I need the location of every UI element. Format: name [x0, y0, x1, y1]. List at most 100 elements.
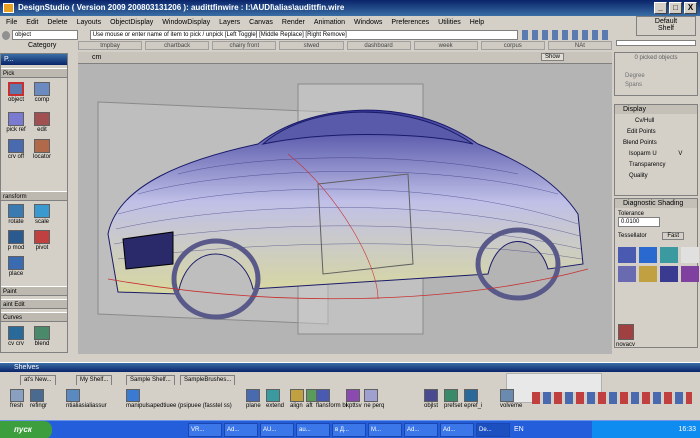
shelf-item-plane[interactable]: plane [246, 389, 261, 409]
isoparm-v-label[interactable]: V [678, 151, 682, 157]
shelf-item-ne-perq[interactable]: ne perq [364, 389, 384, 409]
tool-scale[interactable]: scale [31, 204, 53, 225]
maximize-button[interactable]: □ [669, 2, 682, 14]
tool-pivot[interactable]: pivot [31, 230, 53, 251]
taskbar-item-7[interactable]: Ad... [404, 423, 438, 437]
shelf-stwed[interactable]: stwed [279, 41, 344, 50]
diagnostic-title[interactable]: Diagnostic Shading [615, 199, 697, 208]
tool-pick-ref[interactable]: pick ref [5, 112, 27, 133]
isoparm-u-label[interactable]: Isoparm U [629, 151, 657, 157]
menu-delete[interactable]: Delete [47, 19, 67, 30]
pick-group-label[interactable]: Pick [1, 68, 67, 78]
shelf-nat[interactable]: NAt [547, 41, 612, 50]
shelf-dashboard[interactable]: dashboard [346, 41, 411, 50]
shelf-item-extend[interactable]: extend [266, 389, 284, 409]
language-indicator[interactable]: EN [514, 426, 524, 433]
shading-blue-icon[interactable] [639, 247, 657, 263]
tool-blend[interactable]: blend [31, 326, 53, 347]
taskbar-item-8[interactable]: Ad... [440, 423, 474, 437]
shelf-item-align[interactable]: align [290, 389, 304, 409]
taskbar-item-3[interactable]: AU... [260, 423, 294, 437]
shelf-tab-sample-brushes[interactable]: SampleBrushes... [180, 375, 236, 385]
tessellator-value[interactable]: Fast [662, 232, 685, 240]
tool-place[interactable]: place [5, 256, 27, 277]
paint-edit-group-label[interactable]: aint Edit [1, 299, 67, 309]
tool-edit[interactable]: edit [31, 112, 53, 133]
menu-canvas[interactable]: Canvas [249, 19, 273, 30]
tool-object[interactable]: object [5, 82, 27, 103]
taskbar-item-5[interactable]: в Д... [332, 423, 366, 437]
shelf-item-antialias[interactable]: ntialiasialiassur [66, 389, 107, 409]
shading-curvature-icon[interactable] [639, 266, 657, 282]
tool-comp[interactable]: comp [31, 82, 53, 103]
shelf-week[interactable]: week [413, 41, 478, 50]
shelf-item-refingr[interactable]: refingr [30, 389, 47, 409]
shelf-tab-my-shelf[interactable]: My Shelf... [76, 375, 113, 385]
transparency-toggle[interactable]: Transparency [629, 162, 697, 168]
quality-toggle[interactable]: Quality [629, 173, 697, 179]
shelf-item-kpttsv[interactable]: kpttsv [346, 389, 362, 409]
minimize-button[interactable]: _ [654, 2, 667, 14]
blend-points-toggle[interactable]: Blend Points [623, 140, 697, 146]
3d-viewport[interactable] [78, 64, 612, 354]
shelf-item-objlst[interactable]: objlst [424, 389, 438, 409]
paint-group-label[interactable]: Paint [1, 286, 67, 296]
start-button[interactable]: пуск [0, 421, 52, 438]
taskbar-item-2[interactable]: Ad... [224, 423, 258, 437]
shelf-slider[interactable] [616, 40, 696, 46]
menu-windows[interactable]: Windows [354, 19, 382, 30]
display-title[interactable]: Display [615, 105, 697, 114]
shelf-tab-whats-new[interactable]: at's New... [20, 375, 56, 385]
cvhull-toggle[interactable]: Cv/Hull [635, 118, 697, 124]
menu-animation[interactable]: Animation [314, 19, 345, 30]
menu-layers[interactable]: Layers [219, 19, 240, 30]
shelf-tab-sample-shelf[interactable]: Sample Shelf... [126, 375, 175, 385]
prompt-line[interactable]: Use mouse or enter name of item to pick … [89, 30, 519, 40]
taskbar-item-6[interactable]: M... [368, 423, 402, 437]
tool-locator[interactable]: locator [31, 139, 53, 160]
transform-group-label[interactable]: ransform [1, 191, 67, 201]
shelf-item-prefset[interactable]: prefset [444, 389, 462, 409]
shelf-chairy-front[interactable]: chairy front [212, 41, 277, 50]
tool-rotate[interactable]: rotate [5, 204, 27, 225]
menu-edit[interactable]: Edit [26, 19, 38, 30]
shelf-item-epref[interactable]: epref_i [464, 389, 482, 409]
close-button[interactable]: X [684, 2, 697, 14]
tool-p-mod[interactable]: p mod [5, 230, 27, 251]
curves-group-label[interactable]: Curves [1, 312, 67, 322]
menu-utilities[interactable]: Utilities [438, 19, 461, 30]
shelf-item-manip[interactable]: manipulsapedtiuee (psipuee (fasstel ss) [126, 389, 232, 409]
shading-zebra-icon[interactable] [618, 266, 636, 282]
taskbar-item-4[interactable]: au... [296, 423, 330, 437]
shading-blank-icon[interactable] [681, 247, 699, 263]
menu-layouts[interactable]: Layouts [77, 19, 102, 30]
menu-render[interactable]: Render [282, 19, 305, 30]
shading-dark-icon[interactable] [660, 266, 678, 282]
shading-multicolor-icon[interactable] [681, 266, 699, 282]
menu-objectdisplay[interactable]: ObjectDisplay [110, 19, 153, 30]
menu-preferences[interactable]: Preferences [391, 19, 429, 30]
tool-cv-crv[interactable]: cv crv [5, 326, 27, 347]
taskbar-item-active[interactable]: De... [476, 423, 510, 437]
shelf-item-flansform[interactable]: flansform bl [316, 389, 347, 409]
shelf-tmpbay[interactable]: tmpbay [78, 41, 143, 50]
menu-help[interactable]: Help [470, 19, 484, 30]
show-button[interactable]: Show [540, 53, 564, 61]
menu-file[interactable]: File [6, 19, 17, 30]
edit-points-toggle[interactable]: Edit Points [627, 129, 697, 135]
shelf-quick-icons[interactable] [532, 392, 692, 404]
shelf-item-volveme[interactable]: volveme [500, 389, 522, 409]
shading-teal-icon[interactable] [660, 247, 678, 263]
shelf-corpus[interactable]: corpus [480, 41, 545, 50]
tolerance-field[interactable]: 0.0100 [618, 217, 660, 227]
shelf-chartback[interactable]: chartback [145, 41, 210, 50]
taskbar-item-1[interactable]: VR... [188, 423, 222, 437]
menu-windowdisplay[interactable]: WindowDisplay [162, 19, 210, 30]
novacv-icon[interactable] [618, 324, 634, 340]
object-field[interactable]: object [11, 30, 78, 40]
pick-tool-icons[interactable] [522, 30, 612, 40]
shading-surface-icon[interactable] [618, 247, 636, 263]
shelf-item-fresh[interactable]: fresh [10, 389, 24, 409]
gear-icon[interactable] [2, 31, 10, 40]
tool-crv-off[interactable]: crv off [5, 139, 27, 160]
